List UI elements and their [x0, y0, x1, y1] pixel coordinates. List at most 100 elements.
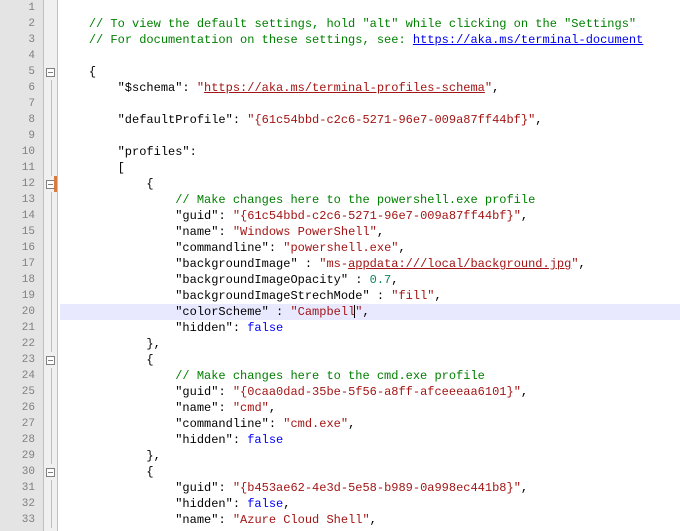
fold-cell	[44, 304, 57, 320]
code-line-2[interactable]: // To view the default settings, hold "a…	[60, 16, 680, 32]
line-number: 2	[0, 16, 43, 32]
code-line-26[interactable]: "name": "cmd",	[60, 400, 680, 416]
code-line-32[interactable]: "hidden": false,	[60, 496, 680, 512]
line-number: 4	[0, 48, 43, 64]
fold-cell	[44, 368, 57, 384]
code-line-18[interactable]: "backgroundImageOpacity" : 0.7,	[60, 272, 680, 288]
line-number: 32	[0, 496, 43, 512]
line-number: 16	[0, 240, 43, 256]
fold-cell[interactable]	[44, 352, 57, 368]
fold-cell[interactable]	[44, 64, 57, 80]
fold-cell	[44, 384, 57, 400]
line-number: 31	[0, 480, 43, 496]
fold-cell	[44, 112, 57, 128]
code-line-16[interactable]: "commandline": "powershell.exe",	[60, 240, 680, 256]
code-line-10[interactable]: "profiles":	[60, 144, 680, 160]
fold-cell	[44, 336, 57, 352]
fold-cell	[44, 432, 57, 448]
fold-cell[interactable]	[44, 464, 57, 480]
fold-cell	[44, 48, 57, 64]
fold-cell	[44, 512, 57, 528]
line-number: 23	[0, 352, 43, 368]
fold-cell	[44, 256, 57, 272]
code-line-20[interactable]: "colorScheme" : "Campbell",	[60, 304, 680, 320]
line-number: 17	[0, 256, 43, 272]
code-line-15[interactable]: "name": "Windows PowerShell",	[60, 224, 680, 240]
fold-cell	[44, 0, 57, 16]
fold-cell	[44, 224, 57, 240]
line-number: 25	[0, 384, 43, 400]
line-number: 8	[0, 112, 43, 128]
code-line-4[interactable]	[60, 48, 680, 64]
fold-cell	[44, 496, 57, 512]
hyperlink[interactable]: https://aka.ms/terminal-document	[413, 33, 643, 47]
code-line-31[interactable]: "guid": "{b453ae62-4e3d-5e58-b989-0a998e…	[60, 480, 680, 496]
code-line-27[interactable]: "commandline": "cmd.exe",	[60, 416, 680, 432]
hyperlink[interactable]: appdata:///local/background.jpg	[348, 257, 571, 271]
code-area[interactable]: // To view the default settings, hold "a…	[58, 0, 680, 531]
code-line-12[interactable]: {	[60, 176, 680, 192]
fold-cell	[44, 96, 57, 112]
line-number: 10	[0, 144, 43, 160]
fold-cell	[44, 448, 57, 464]
code-line-24[interactable]: // Make changes here to the cmd.exe prof…	[60, 368, 680, 384]
code-line-7[interactable]	[60, 96, 680, 112]
line-number: 24	[0, 368, 43, 384]
line-number: 7	[0, 96, 43, 112]
code-line-14[interactable]: "guid": "{61c54bbd-c2c6-5271-96e7-009a87…	[60, 208, 680, 224]
code-line-30[interactable]: {	[60, 464, 680, 480]
fold-toggle-icon[interactable]	[46, 68, 55, 77]
line-number: 9	[0, 128, 43, 144]
fold-toggle-icon[interactable]	[46, 468, 55, 477]
fold-cell	[44, 144, 57, 160]
code-line-6[interactable]: "$schema": "https://aka.ms/terminal-prof…	[60, 80, 680, 96]
code-line-17[interactable]: "backgroundImage" : "ms-appdata:///local…	[60, 256, 680, 272]
fold-cell	[44, 160, 57, 176]
line-number: 11	[0, 160, 43, 176]
fold-column	[44, 0, 58, 531]
fold-cell	[44, 416, 57, 432]
code-line-21[interactable]: "hidden": false	[60, 320, 680, 336]
change-marker	[54, 176, 57, 192]
code-line-1[interactable]	[60, 0, 680, 16]
line-number: 30	[0, 464, 43, 480]
code-line-5[interactable]: {	[60, 64, 680, 80]
line-number: 26	[0, 400, 43, 416]
fold-cell	[44, 272, 57, 288]
line-number: 1	[0, 0, 43, 16]
line-number: 6	[0, 80, 43, 96]
line-number: 33	[0, 512, 43, 528]
line-number: 18	[0, 272, 43, 288]
line-number: 28	[0, 432, 43, 448]
fold-cell[interactable]	[44, 176, 57, 192]
fold-toggle-icon[interactable]	[46, 356, 55, 365]
line-number: 5	[0, 64, 43, 80]
code-line-3[interactable]: // For documentation on these settings, …	[60, 32, 680, 48]
code-line-25[interactable]: "guid": "{0caa0dad-35be-5f56-a8ff-afceee…	[60, 384, 680, 400]
line-number-gutter: 1234567891011121314151617181920212223242…	[0, 0, 44, 531]
code-line-28[interactable]: "hidden": false	[60, 432, 680, 448]
fold-cell	[44, 400, 57, 416]
line-number: 12	[0, 176, 43, 192]
code-line-22[interactable]: },	[60, 336, 680, 352]
fold-cell	[44, 208, 57, 224]
code-line-8[interactable]: "defaultProfile": "{61c54bbd-c2c6-5271-9…	[60, 112, 680, 128]
line-number: 14	[0, 208, 43, 224]
code-line-29[interactable]: },	[60, 448, 680, 464]
fold-cell	[44, 80, 57, 96]
code-line-19[interactable]: "backgroundImageStrechMode" : "fill",	[60, 288, 680, 304]
code-line-23[interactable]: {	[60, 352, 680, 368]
code-line-13[interactable]: // Make changes here to the powershell.e…	[60, 192, 680, 208]
line-number: 3	[0, 32, 43, 48]
code-line-9[interactable]	[60, 128, 680, 144]
line-number: 15	[0, 224, 43, 240]
code-line-33[interactable]: "name": "Azure Cloud Shell",	[60, 512, 680, 528]
line-number: 19	[0, 288, 43, 304]
line-number: 13	[0, 192, 43, 208]
fold-cell	[44, 288, 57, 304]
fold-cell	[44, 240, 57, 256]
code-line-11[interactable]: [	[60, 160, 680, 176]
hyperlink[interactable]: https://aka.ms/terminal-profiles-schema	[204, 81, 485, 95]
line-number: 29	[0, 448, 43, 464]
line-number: 20	[0, 304, 43, 320]
